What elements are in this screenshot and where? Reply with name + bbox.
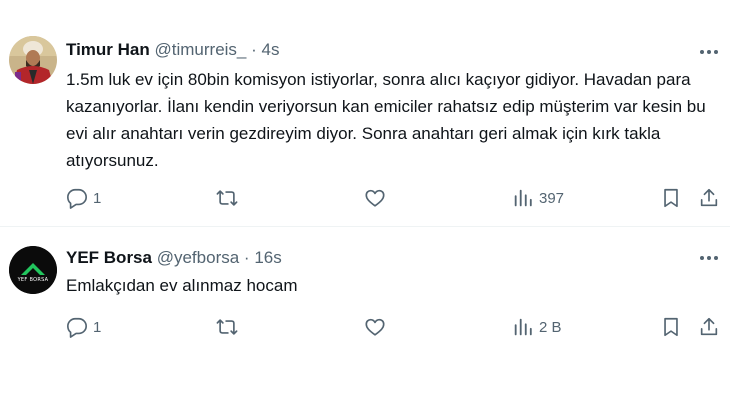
like-button[interactable] [364,315,391,339]
tweet-text: Emlakçıdan ev alınmaz hocam [66,276,298,295]
user-avatar[interactable]: YEF BORSA [9,246,57,294]
view-count: 397 [539,189,565,207]
display-name[interactable]: YEF Borsa [66,248,152,267]
tweet[interactable]: Timur Han @timurreis_ · 4s 1.5m luk ev i… [0,0,730,227]
heart-icon [365,318,385,336]
repost-button[interactable] [216,186,243,210]
portrait-avatar-icon [9,36,57,84]
user-avatar[interactable] [9,36,57,84]
tweet-actions: 1 2 B [0,315,730,339]
view-count: 2 B [539,318,562,336]
logo-text: YEF BORSA [17,277,49,283]
reply-icon [67,188,87,209]
reply-count: 1 [93,318,102,336]
reply-button[interactable]: 1 [66,315,101,339]
bar-chart-icon [514,189,532,207]
like-button[interactable] [364,186,391,210]
bookmark-icon [664,317,678,337]
yef-borsa-logo-icon [9,246,57,294]
separator-dot: · [251,40,257,59]
repost-icon [216,190,238,206]
timestamp[interactable]: 4s [262,40,280,59]
tweet-header: YEF Borsa @yefborsa · 16s [66,248,282,268]
share-icon [700,317,718,336]
bookmark-button[interactable] [660,186,682,210]
tweet-text: 1.5m luk ev için 80bin komisyon istiyorl… [66,70,706,170]
bar-chart-icon [514,318,532,336]
tweet[interactable]: YEF BORSA YEF Borsa @yefborsa · 16s Emla… [0,227,730,420]
separator-dot: · [243,248,250,267]
views-button[interactable]: 2 B [512,315,562,339]
reply-button[interactable]: 1 [66,186,101,210]
reply-count: 1 [93,189,102,207]
heart-icon [365,189,385,207]
bookmark-icon [664,188,678,208]
views-button[interactable]: 397 [512,186,564,210]
share-icon [700,188,718,207]
tweet-header: Timur Han @timurreis_ · 4s [66,40,280,60]
reply-icon [67,317,87,338]
user-handle[interactable]: @timurreis_ [155,40,247,59]
timestamp[interactable]: 16s [254,248,281,267]
tweet-actions: 1 397 [0,186,730,210]
more-options-icon[interactable] [698,247,720,269]
bookmark-button[interactable] [660,315,682,339]
more-options-icon[interactable] [698,41,720,63]
user-handle[interactable]: @yefborsa [157,248,239,267]
share-button[interactable] [698,315,720,339]
display-name[interactable]: Timur Han [66,40,150,59]
repost-button[interactable] [216,315,243,339]
repost-icon [216,319,238,335]
share-button[interactable] [698,186,720,210]
